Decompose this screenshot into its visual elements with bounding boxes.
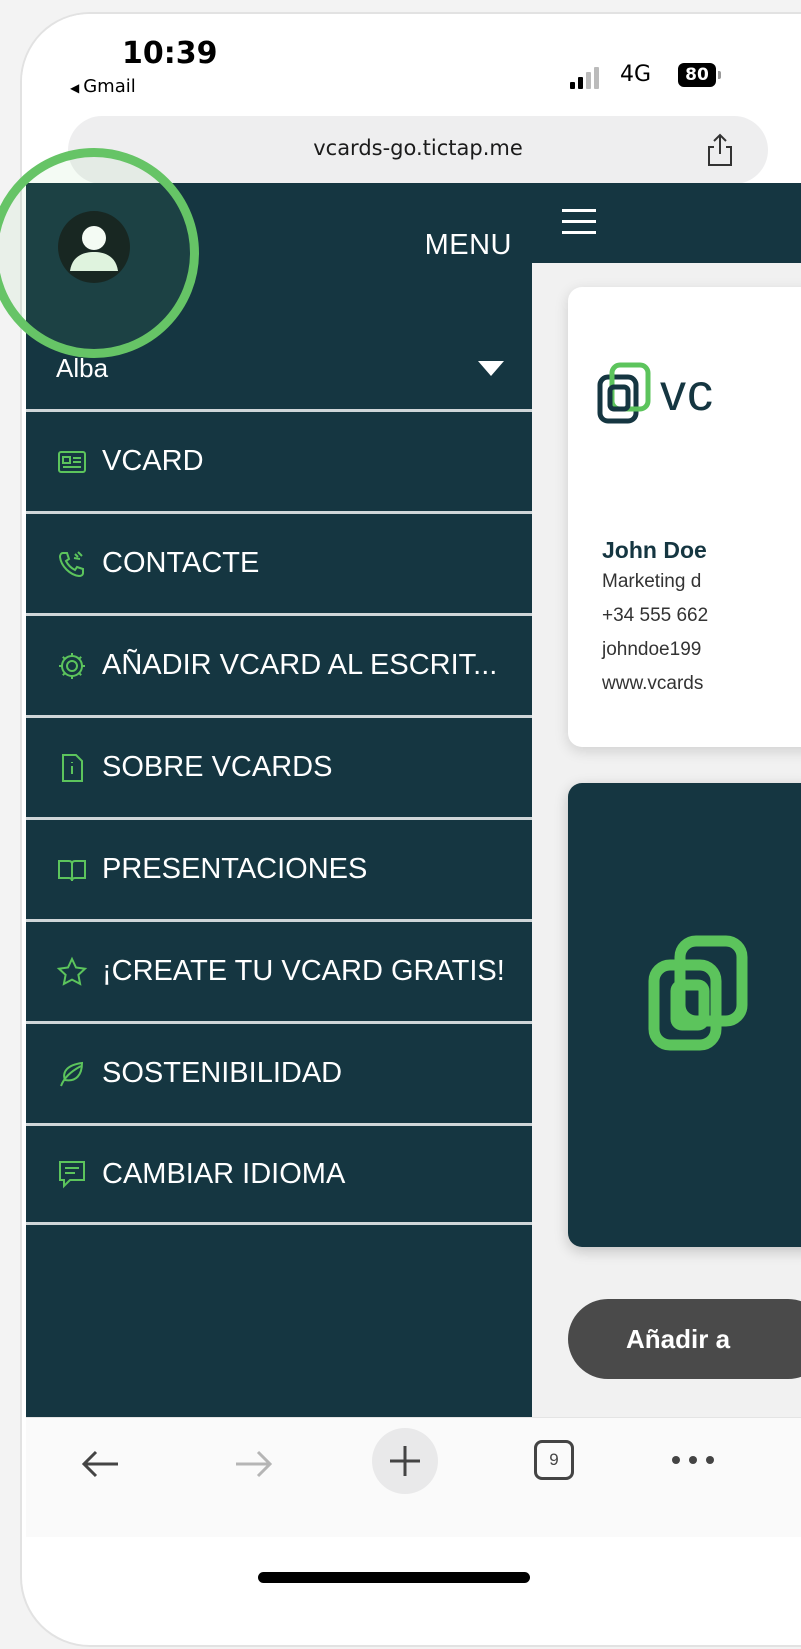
menu-list: VCARD CONTACTE AÑADIR VCARD AL ESCRIT...… xyxy=(26,409,532,1225)
network-type: 4G xyxy=(620,62,652,87)
chevron-down-icon[interactable] xyxy=(478,361,504,376)
home-indicator[interactable] xyxy=(258,1572,530,1583)
menu-label: MENU xyxy=(424,229,512,261)
menu-item-label: CAMBIAR IDIOMA xyxy=(102,1157,346,1190)
menu-item-label: AÑADIR VCARD AL ESCRIT... xyxy=(102,649,498,681)
more-options-icon[interactable] xyxy=(670,1452,716,1468)
page-header xyxy=(532,183,801,263)
contact-phone[interactable]: +34 555 662 xyxy=(602,605,708,627)
chat-icon xyxy=(59,1161,85,1189)
menu-item-add-to-desktop[interactable]: AÑADIR VCARD AL ESCRIT... xyxy=(26,613,532,715)
menu-item-label: VCARD xyxy=(102,445,204,477)
logo-text: vc xyxy=(660,364,714,422)
share-icon[interactable] xyxy=(704,132,736,168)
browser-toolbar: 9 xyxy=(26,1417,801,1537)
menu-item-sobre-vcards[interactable]: SOBRE VCARDS xyxy=(26,715,532,817)
menu-item-label: SOSTENIBILIDAD xyxy=(102,1057,343,1089)
menu-item-cambiar-idioma[interactable]: CAMBIAR IDIOMA xyxy=(26,1123,532,1225)
new-tab-button[interactable] xyxy=(372,1428,438,1494)
page-content: vc John Doe Marketing d +34 555 662 john… xyxy=(532,263,801,1417)
contact-title: Marketing d xyxy=(602,571,702,592)
battery-icon: 80 xyxy=(678,63,721,87)
phone-icon xyxy=(58,550,84,577)
vcards-big-logo-icon xyxy=(648,935,748,1051)
id-card-icon xyxy=(58,450,86,473)
back-to-app-link[interactable]: ◀ Gmail xyxy=(70,76,136,97)
star-icon xyxy=(56,956,88,986)
book-icon xyxy=(58,859,86,881)
menu-item-presentaciones[interactable]: PRESENTACIONES xyxy=(26,817,532,919)
brand-card xyxy=(568,783,801,1247)
menu-item-create-vcard[interactable]: ¡CREATE TU VCARD GRATIS! xyxy=(26,919,532,1021)
leaf-icon xyxy=(60,1061,84,1086)
add-to-contacts-button[interactable]: Añadir a xyxy=(568,1299,801,1379)
menu-item-label: SOBRE VCARDS xyxy=(102,751,333,783)
url-text: vcards-go.tictap.me xyxy=(313,136,523,160)
side-menu: MENU Alba VCARD CONTACTE AÑADIR VCARD AL… xyxy=(26,183,532,1417)
back-app-label: Gmail xyxy=(83,76,136,97)
address-bar[interactable]: vcards-go.tictap.me xyxy=(68,116,768,184)
menu-item-label: ¡CREATE TU VCARD GRATIS! xyxy=(102,955,505,987)
contact-name: John Doe xyxy=(602,537,707,563)
status-bar: 10:39 ◀ Gmail 4G 80 xyxy=(22,14,801,112)
back-triangle-icon: ◀ xyxy=(70,81,80,95)
menu-item-sostenibilidad[interactable]: SOSTENIBILIDAD xyxy=(26,1021,532,1123)
menu-item-label: PRESENTACIONES xyxy=(102,853,368,885)
menu-item-label: CONTACTE xyxy=(102,547,260,579)
contact-website[interactable]: www.vcards xyxy=(602,673,703,695)
status-time: 10:39 xyxy=(122,36,218,71)
back-arrow-icon[interactable] xyxy=(76,1440,124,1488)
vcards-logo: vc xyxy=(596,361,714,425)
vcard-preview-card[interactable]: vc John Doe Marketing d +34 555 662 john… xyxy=(568,287,801,747)
tabs-count-button[interactable]: 9 xyxy=(534,1440,574,1480)
menu-item-vcard[interactable]: VCARD xyxy=(26,409,532,511)
info-document-icon xyxy=(62,753,83,782)
hamburger-menu-icon[interactable] xyxy=(562,209,596,235)
plus-icon xyxy=(390,1446,420,1476)
menu-item-contacte[interactable]: CONTACTE xyxy=(26,511,532,613)
forward-arrow-icon[interactable] xyxy=(230,1440,278,1488)
contact-email[interactable]: johndoe199 xyxy=(602,639,701,661)
signal-icon xyxy=(570,67,600,89)
gear-icon xyxy=(59,652,85,679)
vcards-logo-icon xyxy=(597,362,651,424)
